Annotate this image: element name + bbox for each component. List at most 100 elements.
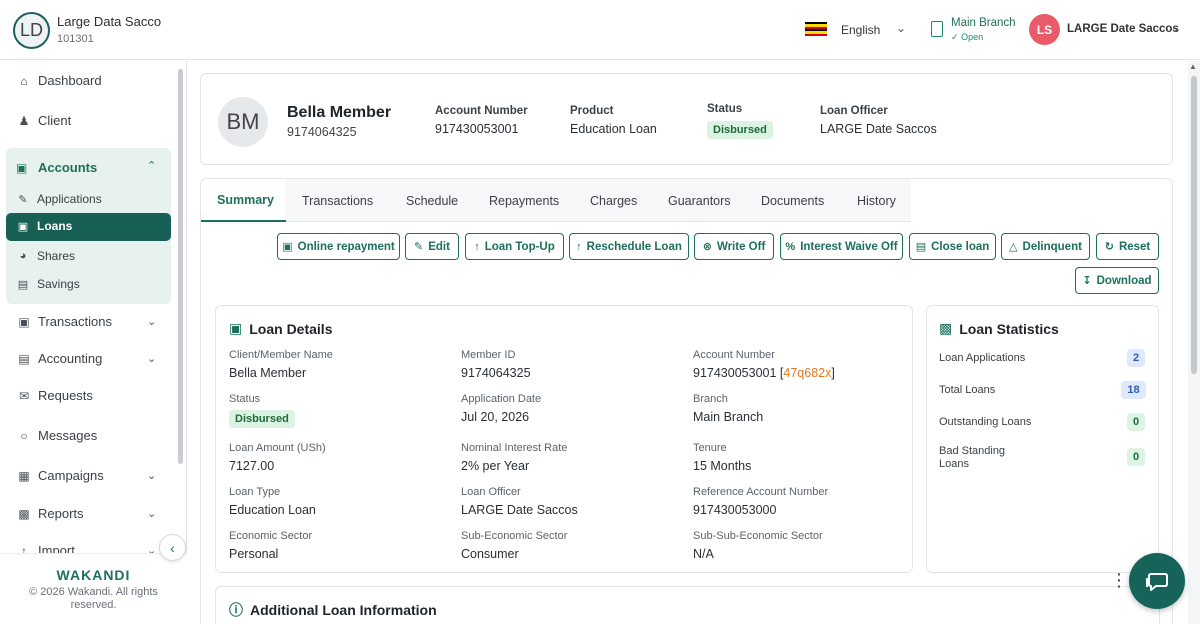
sidebar-item-loans[interactable]: ▣ Loans — [16, 219, 73, 233]
chevron-down-icon[interactable]: ⌄ — [147, 315, 156, 328]
tab-documents[interactable]: Documents — [761, 194, 824, 208]
client-name-label: Client/Member Name — [229, 349, 333, 361]
tab-repayments[interactable]: Repayments — [489, 194, 559, 208]
chevron-down-icon[interactable]: ⌄ — [1170, 21, 1180, 35]
online-repayment-button[interactable]: ▣ Online repayment — [277, 233, 400, 260]
edit-button[interactable]: ✎ Edit — [405, 233, 459, 260]
org-avatar[interactable]: LD — [13, 12, 50, 49]
reschedule-loan-button[interactable]: ↑ Reschedule Loan — [569, 233, 689, 260]
tenure-label: Tenure — [693, 442, 727, 454]
loan-amount-label: Loan Amount (USh) — [229, 442, 326, 454]
sidebar-footer: WAKANDI © 2026 Wakandi. All rights reser… — [0, 553, 187, 624]
check-circle-icon: ✓ — [951, 32, 959, 42]
account-number-label: Account Number — [435, 105, 528, 117]
warning-icon: △ — [1009, 241, 1018, 253]
tab-summary[interactable]: Summary — [217, 193, 274, 207]
sub-economic-sector-label: Sub-Economic Sector — [461, 530, 568, 542]
reference-account-value: 917430053000 — [693, 503, 777, 517]
loan-topup-button[interactable]: ↑ Loan Top-Up — [465, 233, 564, 260]
account-number-value: 917430053001 — [435, 122, 519, 136]
loan-statistics-title: ▩ Loan Statistics — [939, 320, 1059, 337]
write-off-button[interactable]: ⊗ Write Off — [694, 233, 774, 260]
message-icon: ○ — [20, 428, 28, 443]
sidebar-item-savings[interactable]: ▤ Savings — [16, 277, 80, 291]
sidebar-item-client[interactable]: ♟ Client — [16, 113, 72, 128]
sidebar-item-accounts[interactable]: ▣ Accounts — [16, 160, 97, 175]
bad-standing-loans-count: 0 — [1127, 448, 1145, 466]
application-date-label: Application Date — [461, 393, 542, 405]
member-profile-card: BM Bella Member 9174064325 Account Numbe… — [200, 73, 1173, 165]
interest-waive-off-button[interactable]: % Interest Waive Off — [780, 233, 903, 260]
chevron-up-icon[interactable]: ⌃ — [147, 159, 156, 172]
total-loans-label: Total Loans — [939, 384, 996, 396]
total-loans-count: 18 — [1121, 381, 1146, 399]
status-label: Status — [229, 393, 261, 405]
sidebar-item-accounting[interactable]: ▤ Accounting — [16, 351, 102, 366]
tab-charges[interactable]: Charges — [590, 194, 637, 208]
tab-history[interactable]: History — [857, 194, 896, 208]
banknote-icon: ▣ — [229, 320, 243, 336]
member-avatar: BM — [218, 97, 268, 147]
loan-officer-value: LARGE Date Saccos — [820, 122, 937, 136]
language-selector[interactable]: English — [841, 23, 880, 37]
tab-transactions[interactable]: Transactions — [302, 194, 373, 208]
sidebar-item-transactions[interactable]: ▣ Transactions — [16, 314, 112, 329]
tenure-value: 15 Months — [693, 459, 752, 473]
sidebar-item-applications[interactable]: ✎ Applications — [16, 192, 101, 206]
main-content: BM Bella Member 9174064325 Account Numbe… — [188, 61, 1188, 624]
wakandi-logo: WAKANDI — [56, 567, 131, 583]
loan-details-card: ▣ Loan Details Client/Member Name Bella M… — [215, 305, 913, 573]
delinquent-button[interactable]: △ Delinquent — [1001, 233, 1090, 260]
cash-icon: ▣ — [16, 160, 28, 175]
info-icon: ⓘ — [229, 602, 243, 618]
org-name: Large Data Sacco — [57, 14, 162, 29]
branch-value: Main Branch — [693, 410, 764, 424]
sidebar-item-shares[interactable]: ◕ Shares — [16, 249, 75, 263]
sidebar-item-reports[interactable]: ▩ Reports — [16, 506, 83, 521]
interest-rate-value: 2% per Year — [461, 459, 530, 473]
additional-loan-info-title: ⓘ Additional Loan Information — [229, 602, 437, 618]
sidebar-item-requests[interactable]: ✉ Requests — [16, 388, 93, 403]
download-icon: ↧ — [1082, 275, 1092, 287]
chevron-down-icon[interactable]: ⌄ — [147, 352, 156, 365]
sidebar-item-campaigns[interactable]: ▦ Campaigns — [16, 468, 103, 483]
chevron-down-icon[interactable]: ⌄ — [896, 21, 906, 35]
download-button[interactable]: ↧ Download — [1075, 267, 1159, 294]
branch-status: ✓ Open — [951, 32, 984, 42]
user-name[interactable]: LARGE Date Saccos — [1067, 23, 1179, 35]
pencil-icon: ✎ — [414, 241, 424, 253]
top-header: LD Large Data Sacco 101301 English ⌄ Mai… — [0, 0, 1200, 60]
user-avatar[interactable]: LS — [1029, 14, 1060, 45]
close-loan-button[interactable]: ▤ Close loan — [909, 233, 996, 260]
arrow-up-icon: ↑ — [474, 240, 480, 253]
tab-schedule[interactable]: Schedule — [406, 194, 458, 208]
sub-sub-economic-sector-label: Sub-Sub-Economic Sector — [693, 530, 823, 542]
bar-chart-icon: ▩ — [939, 320, 953, 336]
main-scrollbar-thumb[interactable] — [1191, 76, 1197, 374]
chat-support-button[interactable] — [1129, 553, 1185, 609]
reset-button[interactable]: ↻ Reset — [1096, 233, 1159, 260]
bar-chart-icon: ▩ — [18, 506, 30, 521]
additional-loan-info-card[interactable]: ⓘ Additional Loan Information — [215, 586, 1160, 624]
chevron-down-icon[interactable]: ⌄ — [147, 469, 156, 482]
branch-name[interactable]: Main Branch — [951, 17, 1016, 29]
mail-icon: ✉ — [18, 388, 30, 403]
tab-guarantors[interactable]: Guarantors — [668, 194, 731, 208]
sidebar: ⌂ Dashboard ♟ Client ▣ Accounts ⌃ ✎ Applicat… — [0, 61, 187, 624]
copyright: © 2026 Wakandi. All rights reserved. — [29, 586, 158, 611]
sidebar-item-dashboard[interactable]: ⌂ Dashboard — [16, 73, 101, 88]
sidebar-scrollbar[interactable] — [178, 69, 183, 464]
collapse-sidebar-button[interactable]: ‹ — [159, 534, 186, 561]
member-id-value: 9174064325 — [461, 366, 531, 380]
member-id: 9174064325 — [287, 125, 357, 139]
refresh-icon: ↻ — [1104, 241, 1114, 253]
scroll-up-icon[interactable]: ▲ — [1189, 62, 1197, 71]
sub-economic-sector-value: Consumer — [461, 547, 519, 561]
uganda-flag-icon — [805, 22, 827, 36]
users-icon: ♟ — [18, 113, 30, 128]
chevron-down-icon[interactable]: ⌄ — [147, 507, 156, 520]
x-circle-icon: ⊗ — [702, 241, 712, 253]
loan-type-label: Loan Type — [229, 486, 281, 498]
sidebar-item-messages[interactable]: ○ Messages — [16, 428, 97, 443]
economic-sector-label: Economic Sector — [229, 530, 313, 542]
